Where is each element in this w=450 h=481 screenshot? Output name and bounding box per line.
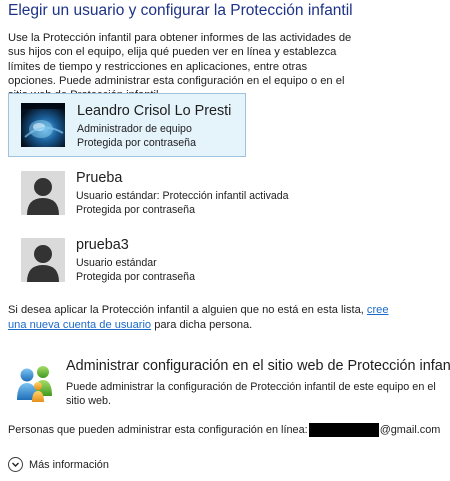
web-settings-description: Puede administrar la configuración de Pr… [66, 381, 436, 407]
user-name: Prueba [76, 170, 123, 186]
user-tile-leandro[interactable]: Leandro Crisol Lo Presti Administrador d… [8, 93, 246, 157]
web-settings-title[interactable]: Administrar configuración en el sitio we… [66, 358, 450, 374]
user-type: Usuario estándar [76, 257, 157, 269]
online-admins-line: Personas que pueden administrar esta con… [8, 423, 440, 437]
more-info-label: Más información [29, 458, 109, 471]
default-user-icon [21, 171, 65, 215]
user-tile-prueba[interactable]: Prueba Usuario estándar: Protección infa… [8, 161, 289, 225]
intro-text: Use la Protección infantil para obtener … [8, 32, 352, 101]
redacted-email [308, 423, 379, 437]
default-user-icon [21, 238, 65, 282]
user-photo-avatar [21, 103, 65, 147]
add-account-prefix: Si desea aplicar la Protección infantil … [8, 304, 367, 316]
user-type: Usuario estándar: Protección infantil ac… [76, 190, 289, 202]
chevron-down-icon [8, 457, 23, 472]
user-tile-prueba3[interactable]: prueba3 Usuario estándar Protegida por c… [8, 228, 246, 292]
more-info-button[interactable]: Más información [8, 457, 109, 472]
user-protection: Protegida por contraseña [76, 271, 195, 283]
user-type: Administrador de equipo [77, 123, 192, 135]
user-protection: Protegida por contraseña [76, 204, 195, 216]
user-name: prueba3 [76, 237, 129, 253]
online-admins-label: Personas que pueden administrar esta con… [8, 424, 308, 436]
page-title: Elegir un usuario y configurar la Protec… [8, 2, 353, 19]
add-account-suffix: para dicha persona. [151, 319, 253, 331]
email-suffix: @gmail.com [379, 424, 441, 436]
user-protection: Protegida por contraseña [77, 137, 196, 149]
user-name: Leandro Crisol Lo Presti [77, 103, 232, 119]
family-safety-icon [10, 360, 60, 404]
add-account-text: Si desea aplicar la Protección infantil … [8, 303, 408, 333]
